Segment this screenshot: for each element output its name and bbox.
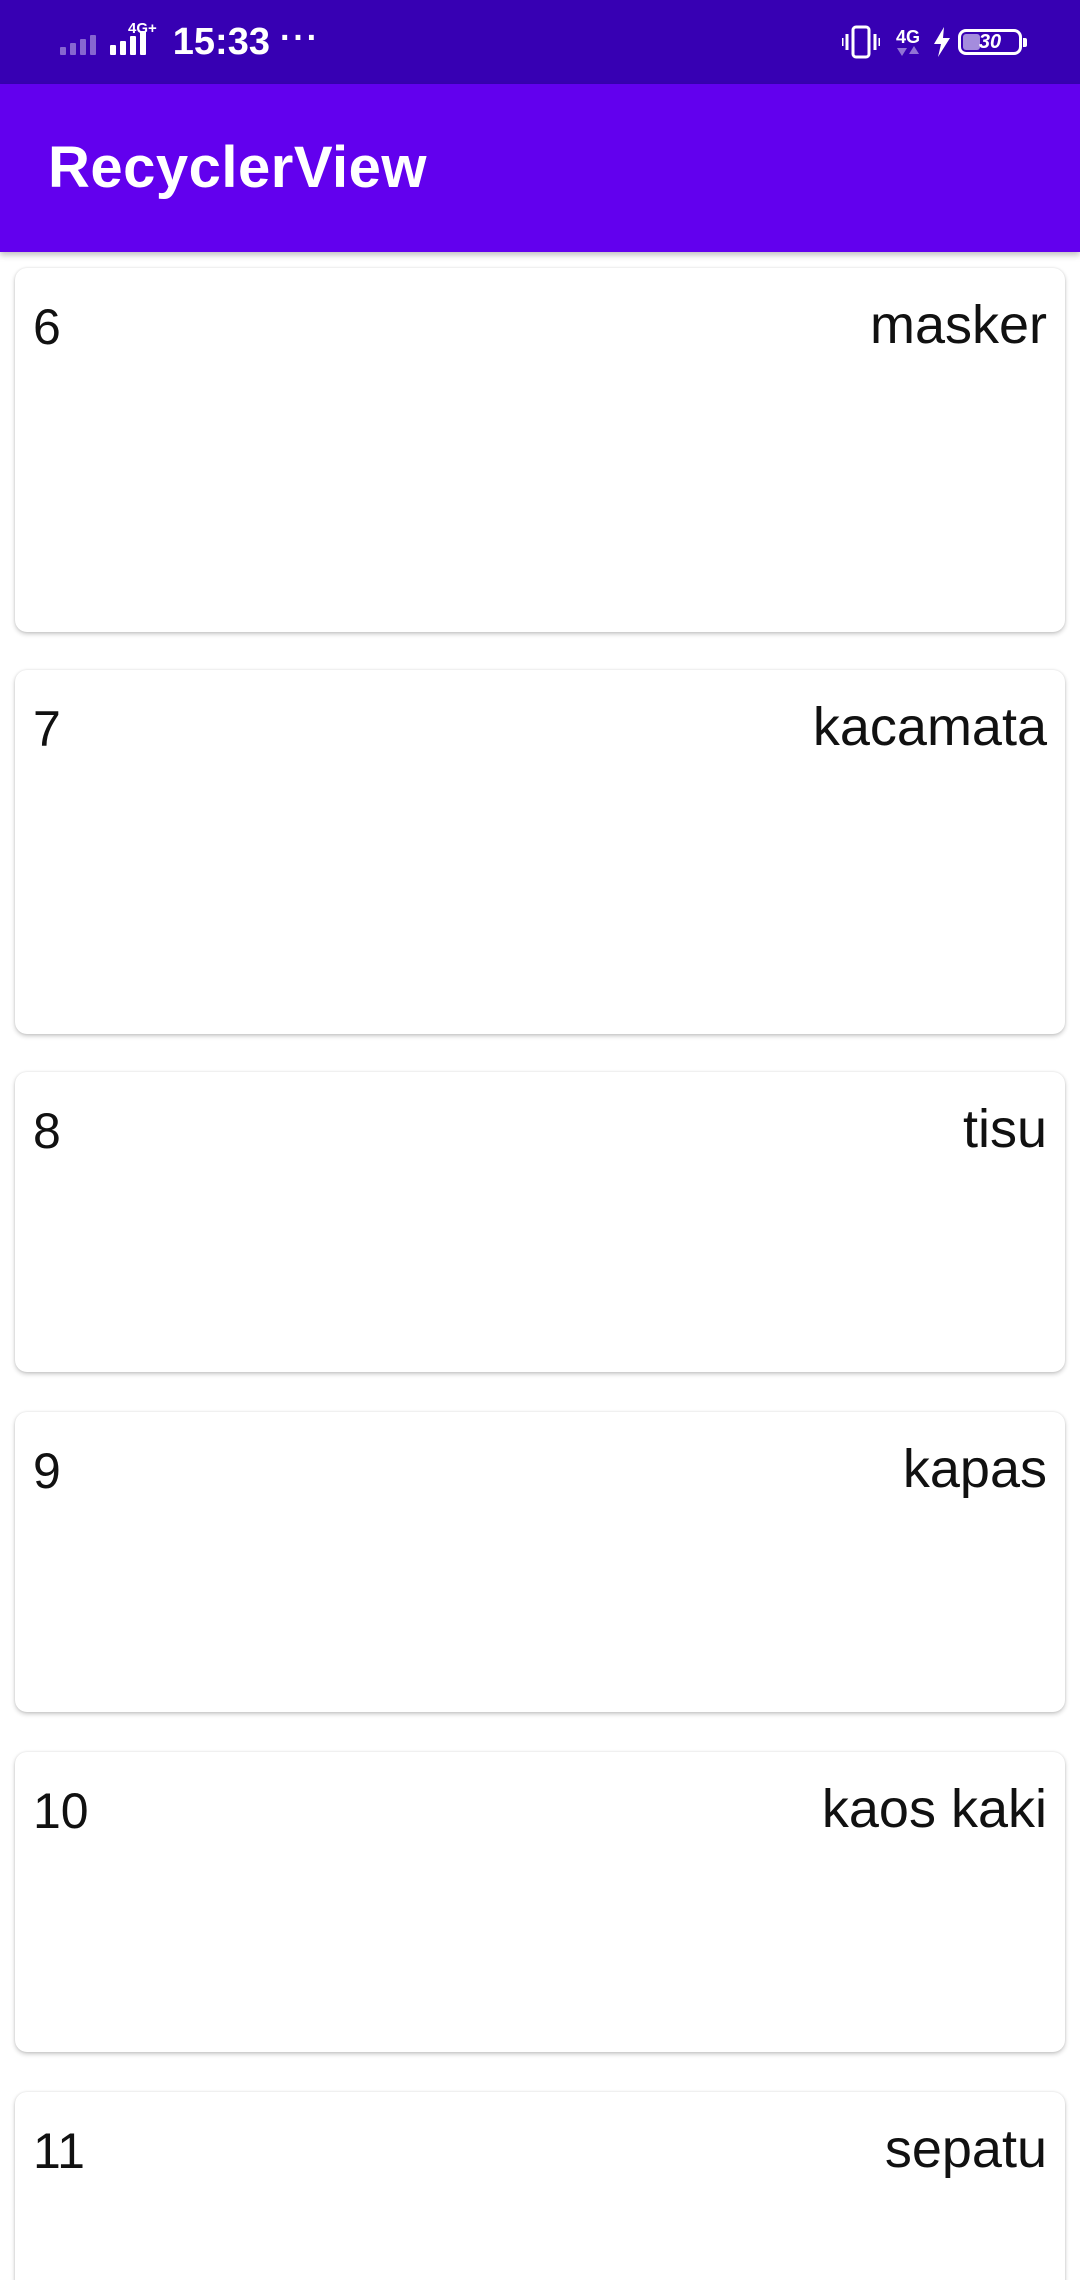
- list-item[interactable]: 8 tisu: [15, 1072, 1065, 1372]
- item-name: kapas: [902, 1439, 1047, 1499]
- status-time: 15:33: [172, 20, 270, 63]
- battery-level-fill: [963, 34, 981, 50]
- item-name: sepatu: [884, 2119, 1047, 2179]
- battery-level: 30: [978, 30, 1002, 53]
- network-type-right-label: 4G: [895, 27, 920, 47]
- app-title: RecyclerView: [48, 135, 427, 200]
- recycler-list[interactable]: 6 masker 7 kacamata 8 tisu 9 kapas 10 ka…: [0, 252, 1080, 2280]
- status-bar: 4G+ 15:33 ··· 4G 30: [0, 0, 1080, 84]
- battery-icon: 30: [958, 29, 1027, 55]
- signal-sim1-icon: [60, 29, 100, 55]
- item-number: 7: [33, 701, 61, 757]
- item-number: 9: [33, 1443, 61, 1499]
- status-left: 4G+ 15:33 ···: [60, 18, 320, 66]
- item-name: masker: [869, 295, 1047, 355]
- vibrate-icon: [841, 25, 880, 59]
- network-type-right: 4G: [896, 28, 920, 56]
- item-number: 6: [33, 299, 61, 355]
- list-item[interactable]: 10 kaos kaki: [15, 1752, 1065, 2052]
- item-name: kaos kaki: [821, 1779, 1047, 1839]
- list-item[interactable]: 6 masker: [15, 268, 1065, 632]
- item-name: kacamata: [812, 697, 1047, 757]
- charging-bolt-icon: [934, 27, 950, 57]
- item-number: 10: [33, 1783, 89, 1839]
- item-number: 8: [33, 1103, 61, 1159]
- list-item[interactable]: 11 sepatu: [15, 2092, 1065, 2280]
- more-notifications-icon: ···: [279, 18, 320, 57]
- status-right: 4G 30: [841, 18, 1027, 66]
- data-arrows-icon: [896, 46, 919, 56]
- list-item[interactable]: 9 kapas: [15, 1412, 1065, 1712]
- item-name: tisu: [962, 1099, 1047, 1159]
- list-item[interactable]: 7 kacamata: [15, 670, 1065, 1034]
- network-type-left: 4G+: [128, 19, 157, 37]
- app-bar: RecyclerView: [0, 84, 1080, 252]
- item-number: 11: [33, 2123, 85, 2179]
